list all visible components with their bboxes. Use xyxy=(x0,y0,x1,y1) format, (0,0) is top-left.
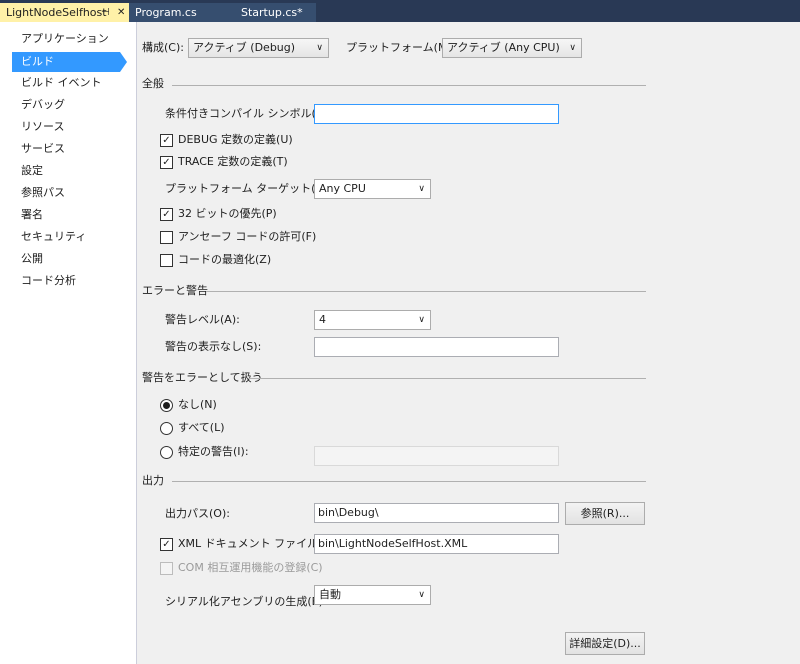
unsafe-code-checkbox[interactable] xyxy=(160,231,173,244)
chevron-down-icon: ∨ xyxy=(418,315,425,325)
chevron-down-icon: ∨ xyxy=(569,43,576,53)
tab-program-cs[interactable]: Program.cs xyxy=(129,3,229,22)
nav-item-settings[interactable]: 設定 xyxy=(12,161,120,181)
config-select[interactable]: アクティブ (Debug) ∨ xyxy=(188,38,329,58)
section-divider xyxy=(172,85,646,86)
debug-checkbox[interactable]: ✓ xyxy=(160,134,173,147)
com-interop-label: COM 相互運用機能の登録(C) xyxy=(178,561,323,574)
nav-selection-arrow xyxy=(120,52,127,72)
treat-specific-label: 特定の警告(I): xyxy=(178,445,249,458)
nav-item-build-events[interactable]: ビルド イベント xyxy=(12,73,120,93)
trace-checkbox[interactable]: ✓ xyxy=(160,156,173,169)
platform-select[interactable]: アクティブ (Any CPU) ∨ xyxy=(442,38,582,58)
nav-item-code-analysis[interactable]: コード分析 xyxy=(12,271,120,291)
chevron-down-icon: ∨ xyxy=(418,590,425,600)
section-divider xyxy=(248,378,646,379)
close-icon[interactable]: ✕ xyxy=(117,3,125,22)
warning-level-value: 4 xyxy=(319,313,326,326)
section-divider xyxy=(172,481,646,482)
radio-dot xyxy=(163,402,170,409)
treat-none-radio[interactable] xyxy=(160,399,173,412)
section-divider xyxy=(206,291,646,292)
platform-target-value: Any CPU xyxy=(319,182,366,195)
tab-label: Startup.cs* xyxy=(241,6,303,19)
section-output-title: 出力 xyxy=(142,474,164,487)
nav-item-services[interactable]: サービス xyxy=(12,139,120,159)
specific-warnings-input[interactable] xyxy=(314,446,559,466)
prefer-32bit-checkbox[interactable]: ✓ xyxy=(160,208,173,221)
symbols-input[interactable] xyxy=(314,104,559,124)
nav-item-application[interactable]: アプリケーション xyxy=(12,29,120,49)
chevron-down-icon: ∨ xyxy=(316,43,323,53)
nav-item-resources[interactable]: リソース xyxy=(12,117,120,137)
tab-startup-cs[interactable]: Startup.cs* xyxy=(229,3,316,22)
nav-item-reference-paths[interactable]: 参照パス xyxy=(12,183,120,203)
warning-level-label: 警告レベル(A): xyxy=(165,313,240,326)
output-path-label: 出力パス(O): xyxy=(165,507,230,520)
platform-value: アクティブ (Any CPU) xyxy=(447,41,560,54)
nav-item-security[interactable]: セキュリティ xyxy=(12,227,120,247)
output-path-input[interactable]: bin\Debug\ xyxy=(314,503,559,523)
treat-none-label: なし(N) xyxy=(178,398,217,411)
check-icon: ✓ xyxy=(162,157,171,168)
treat-all-radio[interactable] xyxy=(160,422,173,435)
optimize-code-label: コードの最適化(Z) xyxy=(178,253,272,266)
chevron-down-icon: ∨ xyxy=(418,184,425,194)
warning-level-select[interactable]: 4 ∨ xyxy=(314,310,431,330)
debug-label: DEBUG 定数の定義(U) xyxy=(178,133,293,146)
suppress-warnings-label: 警告の表示なし(S): xyxy=(165,340,262,353)
xml-doc-checkbox[interactable]: ✓ xyxy=(160,538,173,551)
nav-item-publish[interactable]: 公開 xyxy=(12,249,120,269)
com-interop-checkbox[interactable] xyxy=(160,562,173,575)
platform-label: プラットフォーム(M): xyxy=(346,41,456,54)
pin-icon[interactable]: ⊣ xyxy=(101,3,110,22)
document-tab-bar: LightNodeSelfhost ⊣ ✕ Program.cs Startup… xyxy=(0,0,800,22)
config-value: アクティブ (Debug) xyxy=(193,41,296,54)
advanced-button[interactable]: 詳細設定(D)... xyxy=(565,632,645,655)
browse-button[interactable]: 参照(R)... xyxy=(565,502,645,525)
optimize-code-checkbox[interactable] xyxy=(160,254,173,267)
platform-target-select[interactable]: Any CPU ∨ xyxy=(314,179,431,199)
serialization-label: シリアル化アセンブリの生成(E): xyxy=(165,595,327,608)
config-label: 構成(C): xyxy=(142,41,184,54)
tab-label: Program.cs xyxy=(135,6,197,19)
unsafe-code-label: アンセーフ コードの許可(F) xyxy=(178,230,317,243)
serialization-value: 自動 xyxy=(319,588,341,601)
suppress-warnings-input[interactable] xyxy=(314,337,559,357)
trace-label: TRACE 定数の定義(T) xyxy=(178,155,288,168)
symbols-label: 条件付きコンパイル シンボル(Y): xyxy=(165,107,331,120)
tab-lightnodeselfhost[interactable]: LightNodeSelfhost ⊣ ✕ xyxy=(0,3,131,22)
check-icon: ✓ xyxy=(162,539,171,550)
platform-target-label: プラットフォーム ターゲット(G): xyxy=(165,182,332,195)
property-page-nav: アプリケーション ビルド ビルド イベント デバッグ リソース サービス 設定 … xyxy=(0,22,137,664)
xml-doc-input[interactable]: bin\LightNodeSelfHost.XML xyxy=(314,534,559,554)
section-errors-title: エラーと警告 xyxy=(142,284,208,297)
section-treat-warnings-title: 警告をエラーとして扱う xyxy=(142,371,263,384)
check-icon: ✓ xyxy=(162,135,171,146)
nav-item-build[interactable]: ビルド xyxy=(12,52,120,72)
prefer-32bit-label: 32 ビットの優先(P) xyxy=(178,207,277,220)
serialization-select[interactable]: 自動 ∨ xyxy=(314,585,431,605)
treat-all-label: すべて(L) xyxy=(178,421,225,434)
tab-label: LightNodeSelfhost xyxy=(6,6,107,19)
treat-specific-radio[interactable] xyxy=(160,446,173,459)
check-icon: ✓ xyxy=(162,209,171,220)
nav-item-signing[interactable]: 署名 xyxy=(12,205,120,225)
section-general-title: 全般 xyxy=(142,77,164,90)
nav-item-debug[interactable]: デバッグ xyxy=(12,95,120,115)
